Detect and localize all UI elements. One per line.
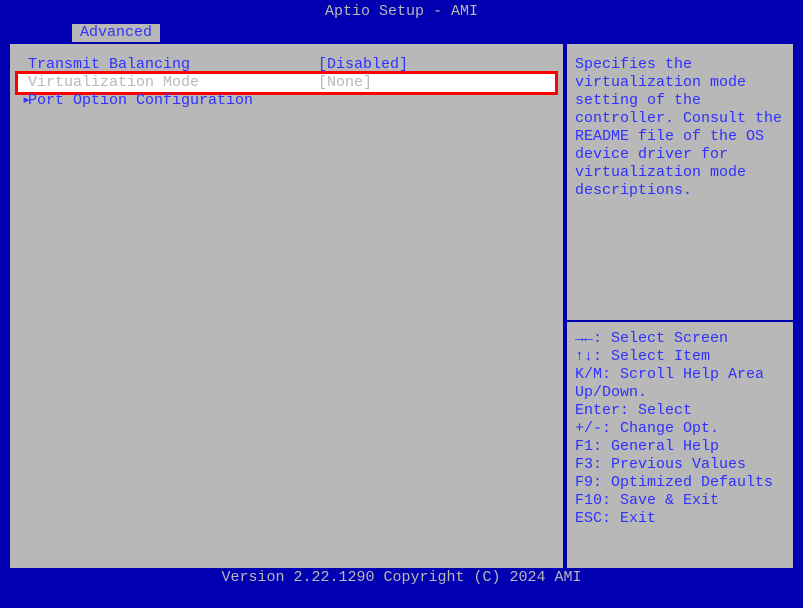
nav-scroll-help: K/M: Scroll Help Area Up/Down.: [575, 366, 785, 402]
footer: Version 2.22.1290 Copyright (C) 2024 AMI: [0, 568, 803, 588]
nav-esc-exit: ESC: Exit: [575, 510, 785, 528]
tab-advanced[interactable]: Advanced: [72, 24, 160, 42]
main-area: Transmit Balancing [Disabled] Virtualiza…: [0, 42, 803, 570]
nav-change-opt: +/-: Change Opt.: [575, 420, 785, 438]
help-text: Specifies the virtualization mode settin…: [575, 56, 785, 200]
item-virtualization-mode[interactable]: Virtualization Mode [None]: [18, 74, 555, 92]
tab-row: Advanced: [0, 24, 803, 42]
item-transmit-balancing[interactable]: Transmit Balancing [Disabled]: [18, 56, 555, 74]
settings-panel: Transmit Balancing [Disabled] Virtualiza…: [8, 42, 565, 570]
item-value: [None]: [318, 74, 555, 92]
item-port-option-config[interactable]: ▸ Port Option Configuration: [18, 92, 555, 110]
divider: [567, 320, 793, 322]
nav-select-item: ↑↓: Select Item: [575, 348, 785, 366]
item-label: Virtualization Mode: [18, 74, 318, 92]
nav-general-help: F1: General Help: [575, 438, 785, 456]
submenu-arrow-icon: ▸: [22, 92, 31, 110]
item-label: Transmit Balancing: [18, 56, 318, 74]
item-value: [Disabled]: [318, 56, 555, 74]
nav-select-screen: →←: Select Screen: [575, 330, 785, 348]
title-text: Aptio Setup - AMI: [325, 3, 478, 20]
help-panel: Specifies the virtualization mode settin…: [565, 42, 795, 570]
item-value: [318, 92, 555, 110]
nav-optimized-defaults: F9: Optimized Defaults: [575, 474, 785, 492]
title-bar: Aptio Setup - AMI: [0, 0, 803, 24]
footer-text: Version 2.22.1290 Copyright (C) 2024 AMI: [221, 569, 581, 586]
nav-previous-values: F3: Previous Values: [575, 456, 785, 474]
nav-save-exit: F10: Save & Exit: [575, 492, 785, 510]
nav-enter: Enter: Select: [575, 402, 785, 420]
item-label: Port Option Configuration: [18, 92, 318, 110]
